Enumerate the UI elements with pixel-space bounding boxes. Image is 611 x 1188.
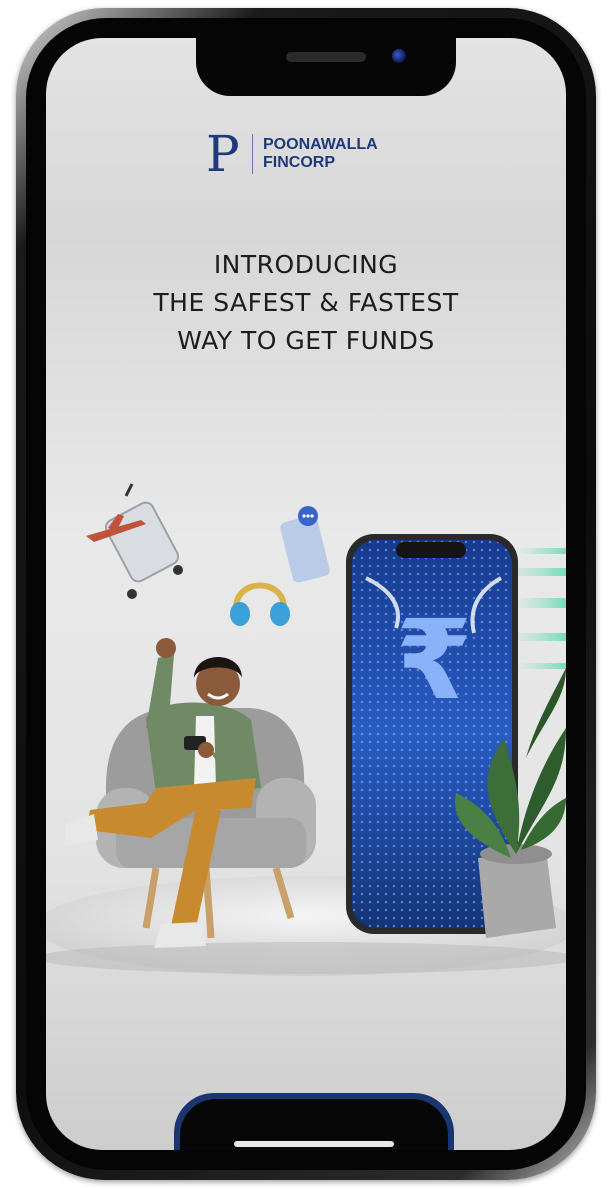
brand-name: POONAWALLA FINCORP xyxy=(263,136,378,172)
speaker-grille xyxy=(286,52,366,62)
home-indicator[interactable] xyxy=(234,1141,394,1147)
notch xyxy=(196,38,456,96)
headline-line2: THE SAFEST & FASTEST xyxy=(153,288,459,317)
headline-line3: WAY TO GET FUNDS xyxy=(177,326,435,355)
splash-screen: P POONAWALLA FINCORP INTRODUCING THE SAF… xyxy=(46,38,566,1150)
headline: INTRODUCING THE SAFEST & FASTEST WAY TO … xyxy=(46,246,566,360)
headline-line1: INTRODUCING xyxy=(213,250,399,279)
brand-name-line1: POONAWALLA xyxy=(263,136,378,153)
brand-mark: P xyxy=(206,125,240,183)
headphones-icon xyxy=(230,582,290,626)
hero-illustration: ₹ xyxy=(46,483,566,976)
brand-logo: P POONAWALLA FINCORP xyxy=(206,124,426,184)
brand-name-line2: FINCORP xyxy=(263,154,335,171)
suitcase-icon xyxy=(104,483,183,599)
logo-divider xyxy=(252,134,253,174)
rupee-symbol: ₹ xyxy=(396,596,473,724)
chat-phone-icon xyxy=(280,506,330,583)
front-camera xyxy=(392,49,406,63)
phone-frame: P POONAWALLA FINCORP INTRODUCING THE SAF… xyxy=(16,8,596,1180)
